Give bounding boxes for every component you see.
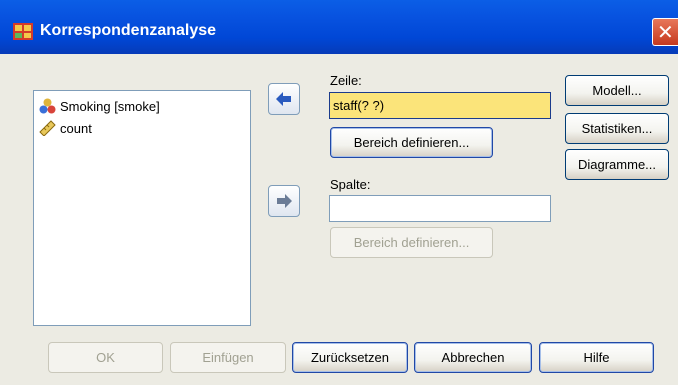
cancel-button[interactable]: Abbrechen <box>414 342 532 373</box>
arrow-left-icon <box>276 92 291 106</box>
close-button[interactable]: ✕ <box>652 18 678 46</box>
variable-label: Smoking [smoke] <box>60 98 160 114</box>
move-to-row-button[interactable] <box>268 83 300 115</box>
variable-label: count <box>60 120 92 136</box>
nominal-variable-icon <box>39 98 56 114</box>
plots-button[interactable]: Diagramme... <box>565 149 669 180</box>
row-field-label: Zeile: <box>330 73 362 88</box>
help-button[interactable]: Hilfe <box>539 342 654 373</box>
list-item[interactable]: Smoking [smoke] <box>39 97 160 115</box>
row-variable-field[interactable]: staff(? ?) <box>329 92 551 119</box>
source-variable-list[interactable]: Smoking [smoke] count <box>33 90 251 326</box>
column-variable-field[interactable] <box>329 195 551 222</box>
arrow-right-icon <box>277 194 292 208</box>
scale-variable-icon <box>39 120 56 136</box>
define-column-range-button[interactable]: Bereich definieren... <box>330 227 493 258</box>
define-row-range-button[interactable]: Bereich definieren... <box>330 127 493 158</box>
title-bar[interactable]: Korrespondenzanalyse ✕ <box>0 0 678 54</box>
paste-button[interactable]: Einfügen <box>170 342 286 373</box>
dialog-window: Korrespondenzanalyse ✕ Smoking [smoke] c… <box>0 0 678 385</box>
statistics-button[interactable]: Statistiken... <box>565 113 669 144</box>
column-field-label: Spalte: <box>330 177 371 192</box>
table-app-icon <box>13 23 33 40</box>
move-to-column-button[interactable] <box>268 185 300 217</box>
reset-button[interactable]: Zurücksetzen <box>292 342 408 373</box>
model-button[interactable]: Modell... <box>565 75 669 106</box>
window-title: Korrespondenzanalyse <box>40 22 217 39</box>
ok-button[interactable]: OK <box>48 342 163 373</box>
list-item[interactable]: count <box>39 119 92 137</box>
close-icon: ✕ <box>657 20 674 44</box>
